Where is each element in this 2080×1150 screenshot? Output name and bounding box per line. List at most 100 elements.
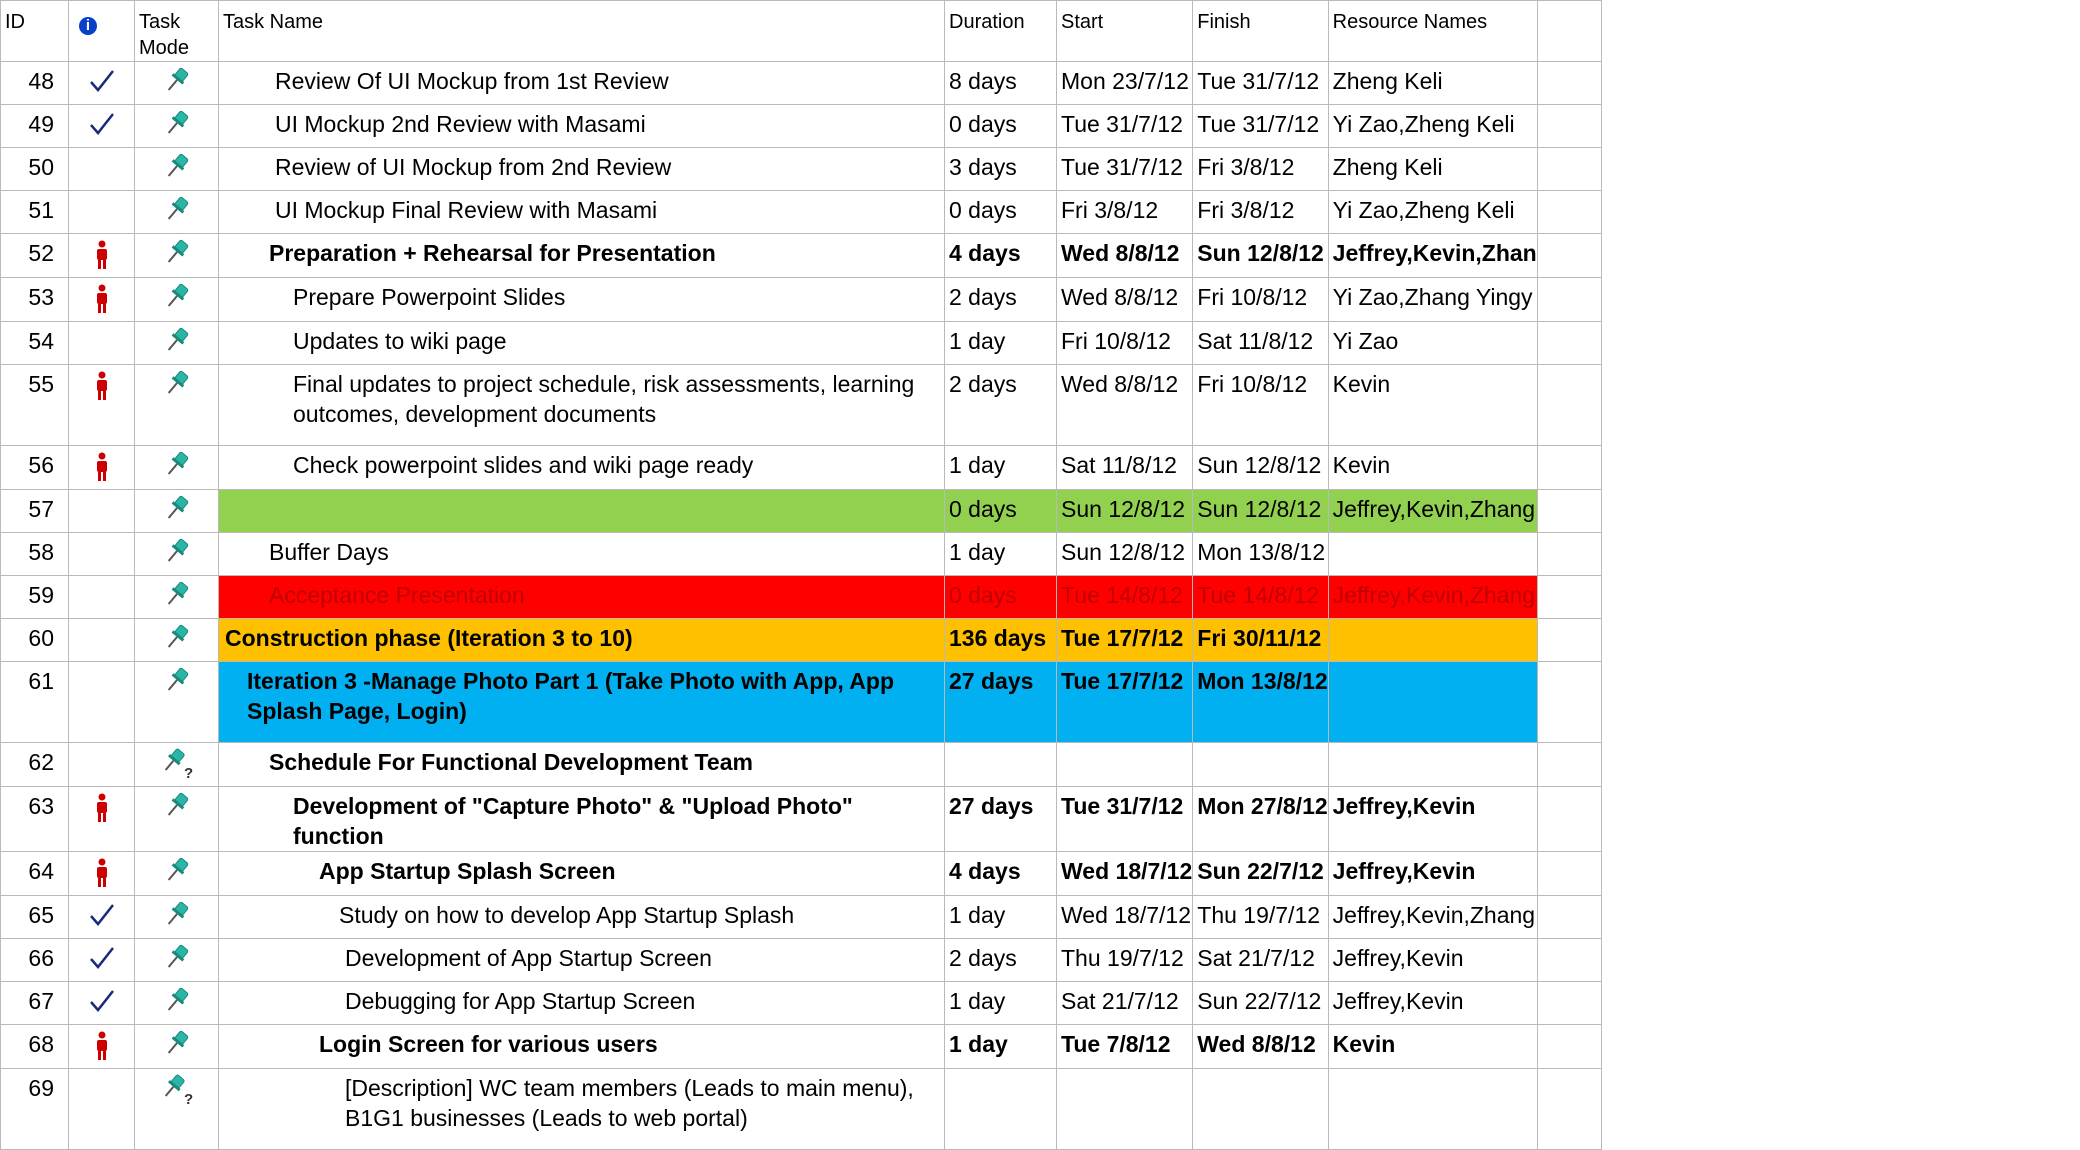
cell-duration[interactable]: 27 days [944, 661, 1057, 743]
cell-add-new[interactable] [1536, 742, 1602, 787]
cell-finish[interactable]: Sat 21/7/12 [1192, 938, 1329, 982]
cell-start[interactable]: Tue 17/7/12 [1055, 661, 1194, 743]
cell-add-new[interactable] [1536, 661, 1602, 743]
cell-task-name[interactable]: App Startup Splash Screen [218, 851, 945, 896]
table-row[interactable]: 69 ? [Description] WC team members (Lead… [0, 1068, 1602, 1150]
cell-resources[interactable] [1327, 532, 1538, 576]
cell-finish[interactable]: Thu 19/7/12 [1192, 895, 1329, 939]
cell-add-new[interactable] [1536, 233, 1602, 278]
cell-start[interactable]: Sun 12/8/12 [1055, 532, 1194, 576]
cell-task-name[interactable]: Preparation + Rehearsal for Presentation [218, 233, 945, 278]
cell-finish[interactable]: Mon 27/8/12 [1192, 786, 1329, 852]
cell-id[interactable]: 67 [0, 981, 69, 1025]
cell-id[interactable]: 62 [0, 742, 69, 787]
cell-start[interactable]: Fri 10/8/12 [1055, 321, 1194, 365]
table-row[interactable]: 55 Final updates to project schedule, ri… [0, 364, 1602, 446]
cell-task-name[interactable]: Review Of UI Mockup from 1st Review [218, 61, 945, 105]
cell-task-name[interactable]: Login Screen for various users [218, 1024, 945, 1069]
cell-finish[interactable]: Tue 14/8/12 [1192, 575, 1329, 619]
cell-indicators[interactable] [68, 104, 135, 148]
cell-duration[interactable]: 1 day [944, 321, 1057, 365]
cell-duration[interactable]: 4 days [944, 233, 1057, 278]
cell-task-name[interactable]: Debugging for App Startup Screen [218, 981, 945, 1025]
cell-resources[interactable]: Jeffrey,Kevin [1327, 981, 1538, 1025]
cell-start[interactable]: Sun 12/8/12 [1055, 489, 1194, 533]
cell-resources[interactable]: Jeffrey,Kevin,Zhang [1327, 895, 1538, 939]
cell-add-new[interactable] [1536, 1024, 1602, 1069]
cell-indicators[interactable] [68, 938, 135, 982]
cell-finish[interactable]: Fri 30/11/12 [1192, 618, 1329, 662]
cell-task-mode[interactable]: ? [134, 1068, 219, 1150]
table-row[interactable]: 67 Debugging for App Startup Screen 1 da… [0, 981, 1602, 1025]
cell-indicators[interactable] [68, 61, 135, 105]
table-row[interactable]: 58 Buffer Days 1 day Sun 12/8/12 Mon 13/… [0, 532, 1602, 576]
cell-id[interactable]: 58 [0, 532, 69, 576]
cell-add-new[interactable] [1536, 147, 1602, 191]
cell-resources[interactable]: Jeffrey,Kevin,Zhang [1327, 575, 1538, 619]
cell-id[interactable]: 50 [0, 147, 69, 191]
table-row[interactable]: 63 Development of "Capture Photo" & "Upl… [0, 786, 1602, 852]
cell-duration[interactable]: 2 days [944, 364, 1057, 446]
cell-start[interactable] [1055, 1068, 1194, 1150]
cell-indicators[interactable] [68, 445, 135, 490]
cell-start[interactable]: Fri 3/8/12 [1055, 190, 1194, 234]
cell-task-mode[interactable] [134, 851, 219, 896]
col-header-id[interactable]: ID [0, 0, 69, 62]
cell-add-new[interactable] [1536, 851, 1602, 896]
cell-task-mode[interactable]: ? [134, 742, 219, 787]
cell-resources[interactable]: Kevin [1327, 364, 1538, 446]
cell-id[interactable]: 48 [0, 61, 69, 105]
cell-task-mode[interactable] [134, 61, 219, 105]
cell-duration[interactable] [944, 742, 1057, 787]
cell-task-mode[interactable] [134, 147, 219, 191]
cell-resources[interactable] [1327, 1068, 1538, 1150]
cell-indicators[interactable] [68, 147, 135, 191]
table-row[interactable]: 56 Check powerpoint slides and wiki page… [0, 445, 1602, 490]
cell-duration[interactable]: 2 days [944, 277, 1057, 322]
cell-add-new[interactable] [1536, 938, 1602, 982]
cell-indicators[interactable] [68, 1068, 135, 1150]
cell-id[interactable]: 53 [0, 277, 69, 322]
cell-resources[interactable]: Yi Zao,Zheng Keli [1327, 190, 1538, 234]
cell-start[interactable]: Mon 23/7/12 [1055, 61, 1194, 105]
cell-indicators[interactable] [68, 618, 135, 662]
cell-start[interactable]: Thu 19/7/12 [1055, 938, 1194, 982]
cell-resources[interactable] [1327, 618, 1538, 662]
cell-task-name[interactable]: Buffer Days [218, 532, 945, 576]
cell-duration[interactable]: 1 day [944, 895, 1057, 939]
cell-start[interactable]: Wed 18/7/12 [1055, 851, 1194, 896]
table-row[interactable]: 59 Acceptance Presentation 0 days Tue 14… [0, 575, 1602, 619]
cell-duration[interactable]: 27 days [944, 786, 1057, 852]
cell-add-new[interactable] [1536, 364, 1602, 446]
cell-start[interactable]: Tue 17/7/12 [1055, 618, 1194, 662]
cell-task-mode[interactable] [134, 321, 219, 365]
cell-task-name[interactable]: Schedule For Functional Development Team [218, 742, 945, 787]
col-header-resources[interactable]: Resource Names [1327, 0, 1538, 62]
col-header-start[interactable]: Start [1055, 0, 1194, 62]
cell-id[interactable]: 57 [0, 489, 69, 533]
cell-id[interactable]: 49 [0, 104, 69, 148]
cell-add-new[interactable] [1536, 575, 1602, 619]
cell-indicators[interactable] [68, 851, 135, 896]
cell-duration[interactable]: 3 days [944, 147, 1057, 191]
cell-resources[interactable]: Kevin [1327, 445, 1538, 490]
cell-duration[interactable]: 0 days [944, 190, 1057, 234]
cell-task-name[interactable]: Review of UI Mockup from 2nd Review [218, 147, 945, 191]
cell-finish[interactable] [1192, 742, 1329, 787]
cell-task-mode[interactable] [134, 445, 219, 490]
cell-finish[interactable]: Fri 3/8/12 [1192, 147, 1329, 191]
cell-finish[interactable]: Sun 12/8/12 [1192, 233, 1329, 278]
cell-finish[interactable]: Fri 10/8/12 [1192, 364, 1329, 446]
cell-task-name[interactable]: Acceptance Presentation [218, 575, 945, 619]
cell-resources[interactable] [1327, 661, 1538, 743]
cell-finish[interactable]: Wed 8/8/12 [1192, 1024, 1329, 1069]
cell-start[interactable]: Tue 31/7/12 [1055, 786, 1194, 852]
cell-start[interactable]: Wed 18/7/12 [1055, 895, 1194, 939]
cell-indicators[interactable] [68, 661, 135, 743]
cell-duration[interactable]: 2 days [944, 938, 1057, 982]
cell-duration[interactable]: 136 days [944, 618, 1057, 662]
cell-indicators[interactable] [68, 321, 135, 365]
cell-id[interactable]: 69 [0, 1068, 69, 1150]
table-row[interactable]: 66 Development of App Startup Screen 2 d… [0, 938, 1602, 982]
cell-task-mode[interactable] [134, 277, 219, 322]
